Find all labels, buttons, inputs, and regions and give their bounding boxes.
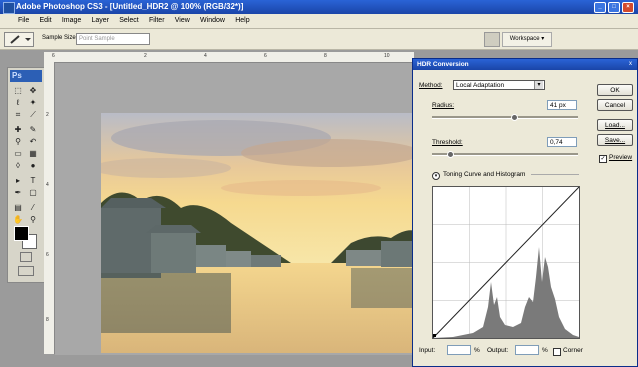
ruler-tick: 6: [46, 252, 49, 258]
method-value: Local Adaptation: [456, 82, 505, 89]
window-title: Adobe Photoshop CS3 - [Untitled_HDR2 @ 1…: [16, 2, 244, 11]
maximize-button[interactable]: □: [608, 2, 620, 13]
clone-stamp-tool-icon[interactable]: ⚲: [12, 136, 24, 147]
quick-mask-icon[interactable]: [20, 252, 32, 262]
toning-curve-label: Toning Curve and Histogram: [443, 171, 526, 178]
toning-curve-histogram[interactable]: [432, 186, 580, 339]
zoom-tool-icon[interactable]: ⚲: [27, 214, 39, 225]
magic-wand-tool-icon[interactable]: ✦: [27, 97, 39, 108]
hand-tool-icon[interactable]: ✋: [12, 214, 24, 225]
minimize-button[interactable]: _: [594, 2, 606, 13]
input-label: Input:: [419, 347, 436, 354]
dropdown-arrow-icon: ▾: [534, 81, 543, 89]
dodge-tool-icon[interactable]: ●: [27, 160, 39, 171]
menu-select[interactable]: Select: [115, 14, 142, 28]
method-select[interactable]: Local Adaptation ▾: [453, 80, 545, 90]
ruler-vertical: 2 4 6 8: [44, 62, 55, 354]
notes-tool-icon[interactable]: ▤: [12, 202, 24, 213]
input-percent: %: [474, 347, 480, 354]
ok-button[interactable]: OK: [597, 84, 633, 96]
ruler-tick: 10: [384, 53, 390, 59]
blur-tool-icon[interactable]: ◊: [12, 160, 24, 171]
tools-panel: Ps ⬚ ✥ ℓ ✦ ⌗ ⟋ ✚ ✎ ⚲ ↶ ▭ ▦ ◊ ● ▸ T ✒ ▢ ▤…: [7, 67, 45, 283]
input-field[interactable]: [447, 345, 471, 355]
options-bar: Sample Size: Point Sample Workspace ▾: [0, 29, 638, 50]
type-tool-icon[interactable]: T: [27, 175, 39, 186]
cancel-button[interactable]: Cancel: [597, 99, 633, 111]
photoshop-logo: Ps: [10, 70, 42, 82]
ruler-tick: 2: [46, 112, 49, 118]
ruler-tick: 6: [264, 53, 267, 59]
title-bar: Adobe Photoshop CS3 - [Untitled_HDR2 @ 1…: [0, 0, 638, 14]
marquee-tool-icon[interactable]: ⬚: [12, 85, 24, 96]
sample-size-label: Sample Size:: [42, 35, 78, 41]
ruler-tick: 4: [204, 53, 207, 59]
toning-expand-icon[interactable]: ▾: [432, 172, 440, 180]
slice-tool-icon[interactable]: ⟋: [27, 109, 39, 120]
output-percent: %: [542, 347, 548, 354]
threshold-slider[interactable]: [432, 153, 578, 156]
menu-image[interactable]: Image: [58, 14, 85, 28]
history-brush-tool-icon[interactable]: ↶: [27, 136, 39, 147]
crop-tool-icon[interactable]: ⌗: [12, 109, 24, 120]
menu-file[interactable]: File: [14, 14, 33, 28]
brush-tool-icon[interactable]: ✎: [27, 124, 39, 135]
ruler-tick: 4: [46, 182, 49, 188]
canal-sunset-image: [101, 113, 415, 353]
menu-view[interactable]: View: [171, 14, 194, 28]
radius-label: Radius:: [432, 102, 455, 109]
menu-filter[interactable]: Filter: [145, 14, 169, 28]
output-label: Output:: [487, 347, 509, 354]
save-button[interactable]: Save...: [597, 134, 633, 146]
ruler-tick: 8: [324, 53, 327, 59]
move-tool-icon[interactable]: ✥: [27, 85, 39, 96]
lasso-tool-icon[interactable]: ℓ: [12, 97, 24, 108]
foreground-color-swatch[interactable]: [14, 226, 29, 241]
path-selection-tool-icon[interactable]: ▸: [12, 175, 24, 186]
eraser-tool-icon[interactable]: ▭: [12, 148, 24, 159]
eyedropper-icon: [10, 35, 31, 44]
window-controls: _ □ ×: [594, 2, 634, 13]
pen-tool-icon[interactable]: ✒: [12, 187, 24, 198]
menu-layer[interactable]: Layer: [88, 14, 114, 28]
menu-window[interactable]: Window: [196, 14, 229, 28]
corner-checkbox[interactable]: [553, 348, 561, 356]
close-button[interactable]: ×: [622, 2, 634, 13]
radius-slider-thumb[interactable]: [510, 114, 518, 121]
curve-histogram-graph: [433, 187, 579, 338]
method-label: Method:: [419, 82, 443, 89]
corner-label: Corner: [563, 347, 583, 354]
eyedropper-tool-icon[interactable]: ⁄: [27, 202, 39, 213]
gradient-tool-icon[interactable]: ▦: [27, 148, 39, 159]
dialog-title: HDR Conversion: [413, 59, 637, 70]
sample-size-select[interactable]: Point Sample: [76, 33, 150, 45]
radius-slider[interactable]: [432, 116, 578, 119]
ruler-tick: 2: [144, 53, 147, 59]
preview-label: Preview: [609, 154, 633, 161]
threshold-label: Threshold:: [432, 139, 463, 146]
load-button[interactable]: Load...: [597, 119, 633, 131]
app-icon: [3, 2, 15, 14]
preview-checkbox[interactable]: ✓: [599, 155, 607, 163]
ruler-tick: 8: [46, 317, 49, 323]
hdr-conversion-dialog: HDR Conversion x Method: Local Adaptatio…: [412, 58, 638, 367]
tool-preset-picker[interactable]: [4, 32, 34, 47]
healing-brush-tool-icon[interactable]: ✚: [12, 124, 24, 135]
menu-help[interactable]: Help: [231, 14, 253, 28]
menu-edit[interactable]: Edit: [36, 14, 56, 28]
ruler-tick: 6: [52, 53, 55, 59]
output-field[interactable]: [515, 345, 539, 355]
workspace-icon[interactable]: [484, 32, 500, 47]
screen-mode-icon[interactable]: [18, 266, 34, 276]
radius-field[interactable]: 41 px: [547, 100, 577, 110]
menu-bar: File Edit Image Layer Select Filter View…: [0, 14, 638, 29]
shape-tool-icon[interactable]: ▢: [27, 187, 39, 198]
dialog-close-icon[interactable]: x: [626, 60, 635, 68]
ruler-horizontal: 6 2 4 6 8 10: [44, 52, 414, 63]
threshold-slider-thumb[interactable]: [446, 151, 454, 158]
workspace-button[interactable]: Workspace ▾: [502, 32, 552, 47]
hdr-photo[interactable]: [101, 113, 415, 353]
threshold-field[interactable]: 0,74: [547, 137, 577, 147]
section-divider: [531, 174, 579, 175]
